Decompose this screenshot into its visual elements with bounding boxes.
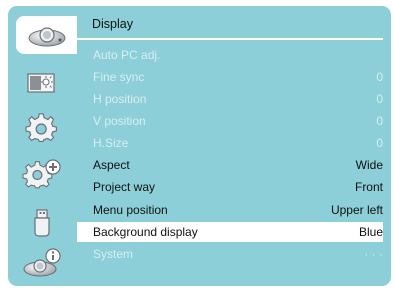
- menu-item-label: Aspect: [93, 158, 130, 172]
- menu-item-h-size[interactable]: H.Size 0: [77, 133, 383, 153]
- menu-item-fine-sync[interactable]: Fine sync 0: [77, 67, 383, 87]
- menu-item-value: Upper left: [330, 203, 383, 217]
- menu-item-menu-position[interactable]: Menu position Upper left: [77, 200, 383, 220]
- menu-item-h-position[interactable]: H position 0: [77, 89, 383, 109]
- tab-expanded[interactable]: [13, 156, 71, 194]
- image-adjust-icon: [27, 73, 55, 93]
- gear-plus-icon: [22, 159, 61, 189]
- menu-item-system[interactable]: System · · ·: [77, 244, 383, 264]
- menu-item-label: H.Size: [93, 136, 129, 150]
- menu-item-value: Front: [354, 180, 383, 194]
- menu-item-value: 0: [376, 114, 383, 128]
- menu-item-label: System: [93, 247, 134, 261]
- menu-item-label: H position: [93, 92, 147, 106]
- menu-title: Display: [92, 17, 133, 31]
- menu-item-auto-pc-adj[interactable]: Auto PC adj.: [77, 45, 383, 65]
- menu-item-value: Wide: [355, 158, 383, 172]
- menu-item-label: Auto PC adj.: [93, 48, 161, 62]
- tab-information[interactable]: [13, 244, 71, 282]
- menu-item-value: 0: [376, 136, 383, 150]
- menu-item-label: Fine sync: [93, 70, 145, 84]
- menu-item-label: Menu position: [93, 203, 168, 217]
- menu-sidebar: [8, 6, 77, 286]
- menu-item-value: 0: [376, 92, 383, 106]
- projector-info-icon: [23, 248, 61, 277]
- menu-item-value: Blue: [358, 225, 383, 239]
- tab-display[interactable]: [16, 16, 77, 54]
- menu-item-label: Background display: [93, 225, 198, 239]
- menu-item-label: Project way: [93, 180, 156, 194]
- menu-item-value: 0: [376, 70, 383, 84]
- projector-icon: [28, 27, 65, 47]
- menu-item-label: V position: [93, 114, 146, 128]
- tab-setting[interactable]: [13, 110, 71, 148]
- title-divider: [77, 38, 383, 40]
- menu-content: Display Auto PC adj. Fine sync 0 H posit…: [75, 6, 391, 286]
- tab-usb[interactable]: [13, 204, 71, 242]
- tab-image-adjust[interactable]: [13, 64, 71, 102]
- menu-item-v-position[interactable]: V position 0: [77, 111, 383, 131]
- usb-icon: [34, 209, 50, 237]
- menu-item-value: · · ·: [364, 247, 383, 261]
- menu-item-background-display[interactable]: Background display Blue: [77, 222, 383, 242]
- gear-icon: [25, 113, 57, 142]
- menu-item-aspect[interactable]: Aspect Wide: [77, 155, 383, 175]
- osd-menu-panel: Display Auto PC adj. Fine sync 0 H posit…: [8, 6, 391, 286]
- menu-item-project-way[interactable]: Project way Front: [77, 177, 383, 197]
